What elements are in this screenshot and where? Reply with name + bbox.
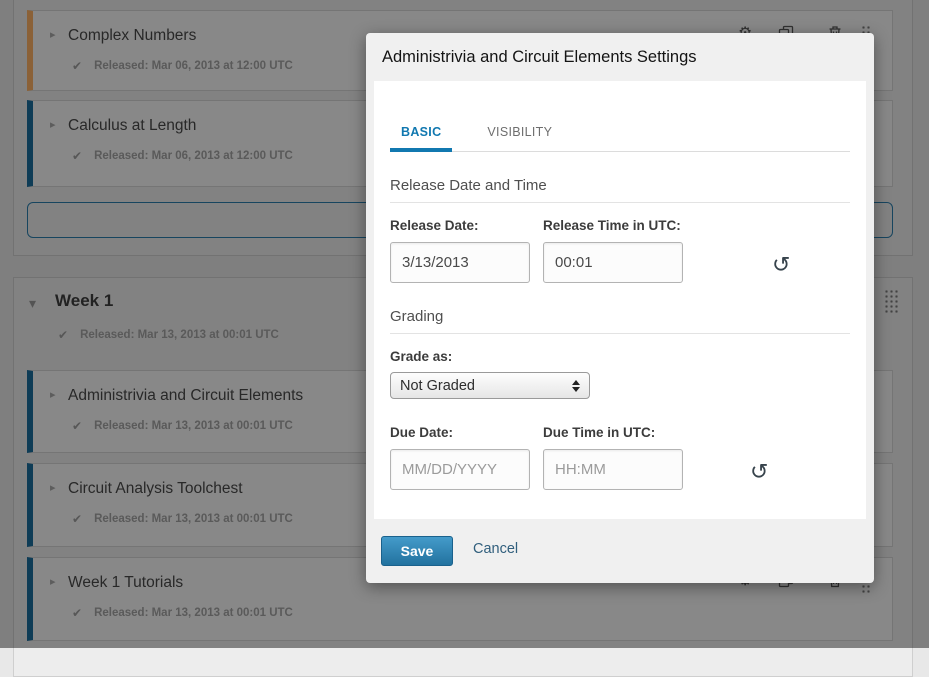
release-section-heading: Release Date and Time: [390, 178, 850, 203]
due-time-input[interactable]: [543, 449, 683, 490]
release-date-input[interactable]: [390, 242, 530, 283]
grade-as-select[interactable]: Not Graded: [390, 372, 590, 399]
subsection-settings-modal: Administrivia and Circuit Elements Setti…: [366, 33, 874, 583]
release-time-label: Release Time in UTC:: [543, 218, 717, 233]
grade-as-selected-value: Not Graded: [400, 378, 475, 394]
due-date-label: Due Date:: [390, 425, 543, 440]
release-time-input[interactable]: [543, 242, 683, 283]
modal-header: Administrivia and Circuit Elements Setti…: [366, 33, 874, 81]
modal-footer: Save Cancel: [366, 519, 874, 583]
tab-visibility[interactable]: VISIBILITY: [476, 125, 563, 151]
grade-as-label: Grade as:: [390, 349, 850, 364]
settings-tabs: BASIC VISIBILITY: [390, 125, 850, 152]
due-date-input[interactable]: [390, 449, 530, 490]
settings-form: Release Date and Time Release Date: Rele…: [374, 178, 866, 490]
grading-section-heading: Grading: [390, 309, 850, 334]
save-button[interactable]: Save: [381, 536, 453, 566]
select-arrows-icon: [572, 380, 580, 392]
release-date-label: Release Date:: [390, 218, 543, 233]
reset-release-icon[interactable]: ↺: [772, 248, 790, 283]
tab-basic[interactable]: BASIC: [390, 125, 452, 152]
reset-due-icon[interactable]: ↺: [750, 455, 768, 490]
cancel-button[interactable]: Cancel: [473, 541, 518, 557]
due-time-label: Due Time in UTC:: [543, 425, 717, 440]
modal-body: BASIC VISIBILITY Release Date and Time R…: [374, 81, 866, 519]
modal-title: Administrivia and Circuit Elements Setti…: [382, 48, 697, 67]
